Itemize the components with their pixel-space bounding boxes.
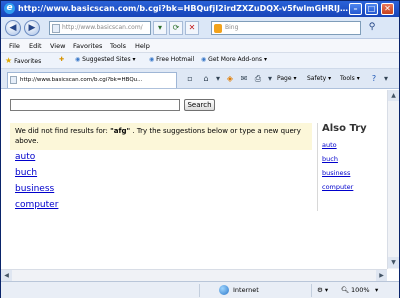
feeds-icon[interactable]: ◈ [225, 74, 235, 84]
zoom-icon: 🔍︎ [341, 286, 350, 294]
vertical-scrollbar[interactable]: ▲ ▼ [387, 90, 399, 269]
home-dropdown-icon[interactable]: ▾ [213, 74, 223, 84]
also-try-link[interactable]: buch [322, 155, 338, 163]
no-results-notice: We did not find results for: "afg" . Try… [10, 123, 312, 150]
close-button[interactable]: ✕ [381, 3, 394, 15]
status-bar: Internet ⚙ ▾ 🔍︎ 100% ▾ [1, 281, 399, 298]
tab-current[interactable]: http://www.basicscan.com/b.cgi?bk=HBQu..… [7, 72, 177, 88]
window-title: http://www.basicscan.com/b.cgi?bk=HBQufj… [18, 4, 348, 13]
menu-favorites[interactable]: Favorites [73, 42, 102, 50]
tab-title: http://www.basicscan.com/b.cgi?bk=HBQu..… [20, 77, 143, 83]
query-input[interactable] [10, 99, 180, 111]
bing-search-placeholder: Bing [225, 24, 239, 31]
suggestion-link[interactable]: computer [15, 200, 58, 210]
suggestion-link[interactable]: business [15, 184, 54, 194]
tab-page-icon [10, 76, 17, 84]
also-try-link[interactable]: computer [322, 183, 353, 191]
forward-button[interactable]: ▶ [24, 20, 40, 36]
query-term: "afg" [110, 127, 131, 135]
new-tab-icon[interactable]: ▫ [185, 74, 195, 84]
back-button[interactable]: ◀ [5, 20, 21, 36]
help-dropdown-icon[interactable]: ▾ [381, 74, 391, 84]
hotmail-icon: ◉ [149, 56, 155, 63]
home-icon[interactable]: ⌂ [201, 74, 211, 84]
page-menu[interactable]: Page ▾ [277, 75, 296, 82]
mail-icon[interactable]: ✉ [239, 74, 249, 84]
browser-window: e http://www.basicscan.com/b.cgi?bk=HBQu… [0, 0, 400, 298]
bing-search-box[interactable]: Bing [211, 21, 361, 35]
address-row: ◀ ▶ http://www.basicscan.com/ ▾ ⟳ ✕ Bing… [1, 17, 399, 39]
suggested-sites-link[interactable]: ◉ Suggested Sites ▾ [75, 56, 136, 63]
menu-file[interactable]: File [9, 42, 20, 50]
globe-icon [219, 285, 229, 295]
address-bar[interactable]: http://www.basicscan.com/ [49, 21, 151, 35]
scroll-down-icon[interactable]: ▼ [388, 257, 399, 268]
menu-tools[interactable]: Tools [110, 42, 126, 50]
protected-mode-icon[interactable]: ⚙ ▾ [317, 286, 328, 294]
scroll-right-icon[interactable]: ▶ [376, 270, 387, 281]
addons-icon: ◉ [201, 56, 207, 63]
free-hotmail-link[interactable]: ◉ Free Hotmail [149, 56, 194, 63]
scroll-left-icon[interactable]: ◀ [1, 270, 12, 281]
stop-button[interactable]: ✕ [185, 21, 199, 35]
security-zone: Internet [233, 286, 259, 294]
scroll-up-icon[interactable]: ▲ [388, 90, 399, 101]
status-divider [199, 284, 200, 297]
tab-bar: http://www.basicscan.com/b.cgi?bk=HBQu..… [1, 69, 399, 89]
also-try-panel: Also Try auto buch business computer [317, 123, 385, 211]
maximize-button[interactable]: □ [365, 3, 378, 15]
tools-menu[interactable]: Tools ▾ [340, 75, 360, 82]
horizontal-scrollbar[interactable]: ◀ ▶ [1, 269, 387, 281]
menu-help[interactable]: Help [135, 42, 150, 50]
get-more-addons-link[interactable]: ◉ Get More Add-ons ▾ [201, 56, 267, 63]
also-try-link[interactable]: business [322, 169, 350, 177]
address-dropdown-button[interactable]: ▾ [153, 21, 167, 35]
menu-view[interactable]: View [50, 42, 65, 50]
page-icon [52, 24, 60, 33]
suggestion-link[interactable]: buch [15, 168, 37, 178]
favorites-bar: ★ Favorites ✚ ◉ Suggested Sites ▾ ◉ Free… [1, 53, 399, 69]
ie-logo-icon: e [4, 3, 15, 14]
status-divider [311, 284, 312, 297]
suggestion-link[interactable]: auto [15, 152, 35, 162]
also-try-title: Also Try [322, 123, 367, 134]
add-favorite-icon[interactable]: ✚ [59, 56, 64, 63]
title-bar: e http://www.basicscan.com/b.cgi?bk=HBQu… [1, 1, 399, 17]
zoom-dropdown-icon[interactable]: ▾ [375, 286, 378, 294]
menu-edit[interactable]: Edit [29, 42, 42, 50]
help-icon[interactable]: ? [369, 74, 379, 84]
zoom-level[interactable]: 100% [351, 286, 370, 294]
minimize-button[interactable]: – [349, 3, 362, 15]
also-try-link[interactable]: auto [322, 141, 337, 149]
bing-icon [214, 24, 222, 33]
refresh-button[interactable]: ⟳ [169, 21, 183, 35]
sites-icon: ◉ [75, 56, 81, 63]
safety-menu[interactable]: Safety ▾ [307, 75, 331, 82]
page-content: Search We did not find results for: "afg… [1, 90, 387, 283]
print-icon[interactable]: ⎙ [253, 74, 263, 84]
menu-bar: File Edit View Favorites Tools Help [1, 39, 399, 53]
star-icon: ★ [5, 56, 13, 65]
favorites-button[interactable]: ★ Favorites [5, 56, 41, 65]
search-button[interactable]: Search [184, 99, 215, 111]
print-dropdown-icon[interactable]: ▾ [265, 74, 275, 84]
search-icon[interactable]: ⚲ [365, 21, 379, 35]
address-url: http://www.basicscan.com/ [62, 24, 143, 31]
